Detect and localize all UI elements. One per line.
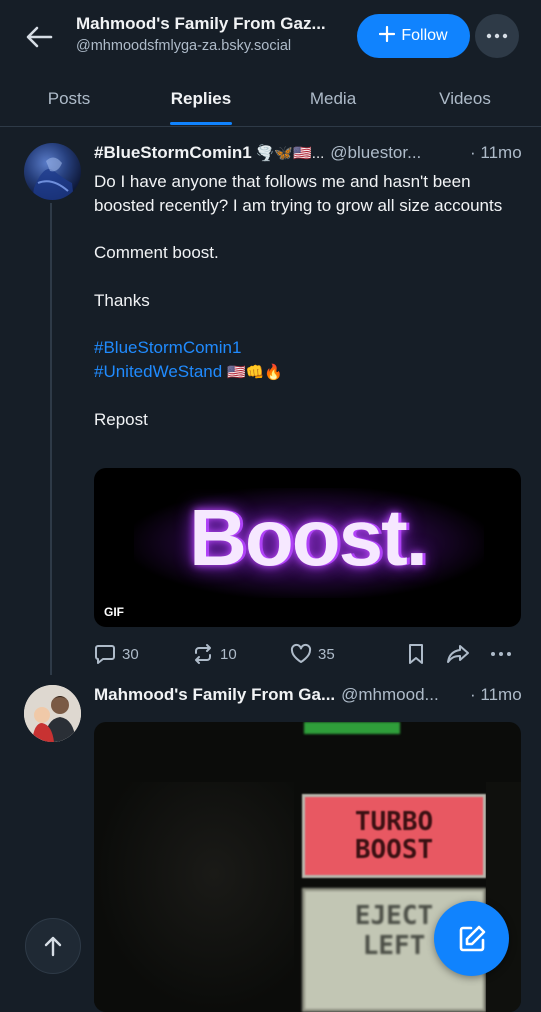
sign-text: EJECT <box>354 901 434 931</box>
post-more-button[interactable] <box>490 640 512 668</box>
ellipsis-icon <box>486 33 508 39</box>
post-time: · 11mo <box>470 685 522 705</box>
post-text-line: Repost <box>94 410 148 429</box>
bookmark-icon <box>409 644 423 664</box>
hashtag-emojis: 🇺🇸👊🔥 <box>226 363 283 381</box>
turbo-boost-sign: TURBO BOOST <box>302 794 486 878</box>
back-button[interactable] <box>22 20 56 54</box>
plus-icon <box>379 25 396 45</box>
bookmark-button[interactable] <box>406 640 426 668</box>
sign-text: LEFT <box>362 931 426 961</box>
thread-line <box>50 203 52 675</box>
reply-count: 30 <box>122 645 139 663</box>
sign-text: BOOST <box>354 835 434 865</box>
share-arrow-icon <box>447 645 469 663</box>
repost-count: 10 <box>220 645 237 663</box>
tab-videos[interactable]: Videos <box>418 72 512 126</box>
dark-panel <box>94 782 294 1012</box>
profile-header-text: Mahmood's Family From Gaz... @mhmoodsfml… <box>76 14 351 54</box>
timestamp[interactable]: · 11mo <box>470 685 522 705</box>
post-text-line: Thanks <box>94 290 150 310</box>
like-count: 35 <box>318 645 335 663</box>
share-button[interactable] <box>446 640 470 668</box>
gif-text: Boost. <box>189 493 428 582</box>
post-text-line: Do I have anyone that follows me and has… <box>94 172 503 215</box>
post-text-line: Comment boost. <box>94 243 219 262</box>
scroll-to-top-button[interactable] <box>25 918 81 974</box>
more-options-button[interactable] <box>475 14 519 58</box>
hashtag-link[interactable]: #BlueStormComin1 <box>94 338 241 357</box>
sign-text: TURBO <box>354 807 434 837</box>
gif-badge: GIF <box>104 605 124 619</box>
post-meta: Mahmood's Family From Ga... @mhmood... <box>94 685 439 705</box>
avatar[interactable] <box>24 143 81 200</box>
like-button[interactable]: 35 <box>290 640 335 668</box>
post-meta: #BlueStormComin1 🌪️🦋🇺🇸... @bluestor... <box>94 143 421 163</box>
arrow-up-icon <box>44 936 62 957</box>
author-handle[interactable]: @bluestor... <box>330 143 421 163</box>
heart-icon <box>290 643 312 663</box>
author-name[interactable]: Mahmood's Family From Ga... <box>94 685 335 705</box>
tab-posts[interactable]: Posts <box>20 72 118 126</box>
tab-media[interactable]: Media <box>288 72 378 126</box>
avatar-image <box>24 685 81 742</box>
avatar-image <box>32 157 74 200</box>
arrow-left-icon <box>26 26 53 48</box>
author-name[interactable]: #BlueStormComin1 <box>94 143 252 163</box>
follow-label: Follow <box>401 27 448 44</box>
speech-bubble-icon <box>95 645 115 664</box>
profile-header: Mahmood's Family From Gaz... @mhmoodsfml… <box>0 0 541 72</box>
post-time: · 11mo <box>470 143 522 163</box>
profile-tabs: Posts Replies Media Videos <box>0 72 541 127</box>
author-handle[interactable]: @mhmood... <box>341 685 439 705</box>
active-tab-indicator <box>170 122 232 125</box>
pencil-square-icon <box>459 925 485 951</box>
repost-arrows-icon <box>195 644 211 664</box>
gif-embed[interactable]: Boost. GIF <box>94 468 521 627</box>
tab-replies[interactable]: Replies <box>150 72 252 126</box>
compose-button[interactable] <box>434 901 509 976</box>
follow-button[interactable]: Follow <box>357 14 470 58</box>
reply-button[interactable]: 30 <box>94 640 139 668</box>
repost-button[interactable]: 10 <box>192 640 237 668</box>
profile-handle: @mhmoodsfmlyga-za.bsky.social <box>76 38 292 54</box>
author-emojis: 🌪️🦋🇺🇸... <box>255 145 325 162</box>
post-actions: 30 10 35 <box>94 640 520 668</box>
post-body: Do I have anyone that follows me and has… <box>94 170 514 432</box>
profile-name: Mahmood's Family From Gaz... <box>76 14 326 33</box>
hashtag-link[interactable]: #UnitedWeStand <box>94 362 222 381</box>
green-light <box>304 722 400 734</box>
timestamp[interactable]: · 11mo <box>470 143 522 163</box>
avatar[interactable] <box>24 685 81 742</box>
ellipsis-icon <box>491 652 511 656</box>
dark-edge <box>486 782 521 1012</box>
